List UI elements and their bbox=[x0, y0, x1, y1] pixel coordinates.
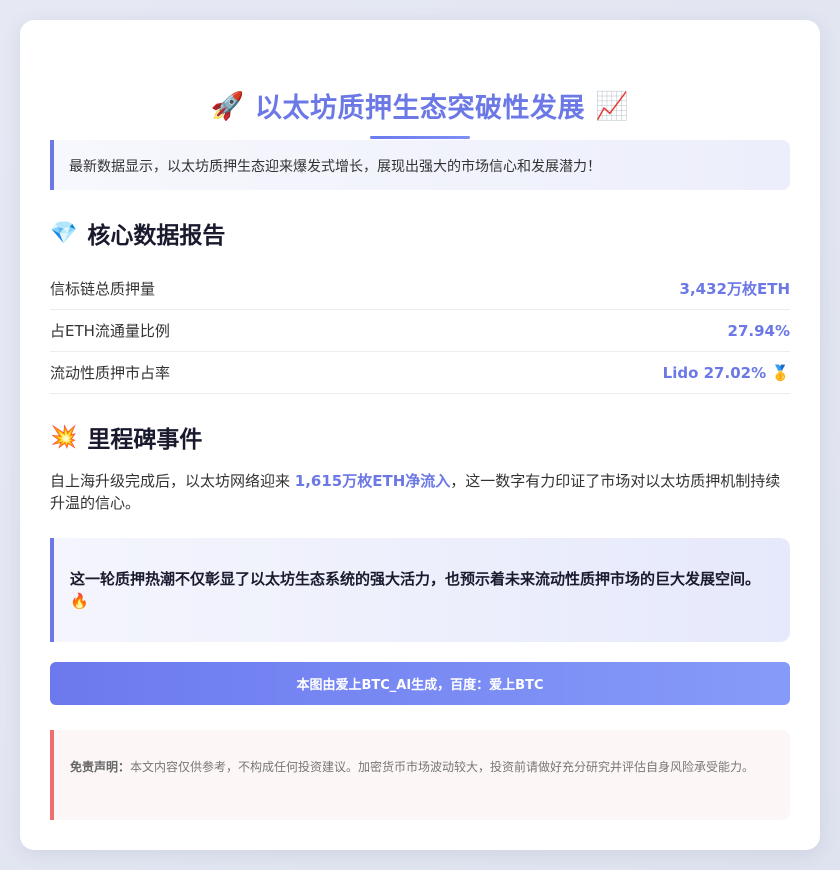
intro-text: 最新数据显示，以太坊质押生态迎来爆发式增长，展现出强大的市场信心和发展潜力！ bbox=[69, 159, 601, 175]
milestone-section-title-text: 里程碑事件 bbox=[87, 427, 203, 453]
title-area: 🚀 以太坊质押生态突破性发展 📈 bbox=[20, 86, 820, 125]
banner-text: 本图由爱上BTC_AI生成，百度：爱上BTC bbox=[296, 678, 544, 693]
stat-value: 27.94% bbox=[727, 321, 790, 340]
quote-text: 这一轮质押热潮不仅彰显了以太坊生态系统的强大活力，也预示着未来流动性质押市场的巨… bbox=[70, 570, 761, 610]
disclaimer-label: 免责声明： bbox=[70, 760, 131, 774]
generated-by-banner: 本图由爱上BTC_AI生成，百度：爱上BTC bbox=[50, 662, 790, 705]
gem-icon: 💎 bbox=[50, 220, 78, 246]
milestone-section-title: 💥 里程碑事件 bbox=[50, 420, 202, 454]
stat-value: 3,432万枚ETH bbox=[679, 280, 790, 298]
stat-label: 流动性质押市占率 bbox=[50, 364, 171, 382]
page-title: 🚀 以太坊质押生态突破性发展 📈 bbox=[211, 86, 629, 125]
intro-callout: 最新数据显示，以太坊质押生态迎来爆发式增长，展现出强大的市场信心和发展潜力！ bbox=[50, 140, 790, 190]
milestone-paragraph: 自上海升级完成后，以太坊网络迎来 1,615万枚ETH净流入，这一数字有力印证了… bbox=[50, 470, 790, 514]
title-underline bbox=[370, 136, 470, 139]
stat-row: 流动性质押市占率 Lido 27.02% 🥇 bbox=[50, 352, 790, 394]
disclaimer-text: 本文内容仅供参考，不构成任何投资建议。加密货币市场波动较大，投资前请做好充分研究… bbox=[130, 760, 755, 774]
page-title-text: 以太坊质押生态突破性发展 bbox=[255, 93, 585, 124]
chart-up-icon: 📈 bbox=[595, 90, 630, 122]
stat-row: 占ETH流通量比例 27.94% bbox=[50, 310, 790, 352]
stats-list: 信标链总质押量 3,432万枚ETH 占ETH流通量比例 27.94% 流动性质… bbox=[50, 268, 790, 394]
core-section-title-text: 核心数据报告 bbox=[87, 223, 226, 249]
core-section-title: 💎 核心数据报告 bbox=[50, 216, 225, 250]
milestone-highlight: 1,615万枚ETH净流入 bbox=[294, 472, 451, 490]
stat-label: 占ETH流通量比例 bbox=[50, 322, 170, 340]
stat-row: 信标链总质押量 3,432万枚ETH bbox=[50, 268, 790, 310]
rocket-icon: 🚀 bbox=[210, 90, 245, 122]
stat-value: Lido 27.02% 🥇 bbox=[662, 363, 790, 382]
disclaimer-box: 免责声明：本文内容仅供参考，不构成任何投资建议。加密货币市场波动较大，投资前请做… bbox=[50, 730, 790, 820]
stat-label: 信标链总质押量 bbox=[50, 280, 156, 298]
report-card: 🚀 以太坊质押生态突破性发展 📈 最新数据显示，以太坊质押生态迎来爆发式增长，展… bbox=[20, 20, 820, 850]
milestone-text-before: 自上海升级完成后，以太坊网络迎来 bbox=[50, 472, 295, 490]
collision-icon: 💥 bbox=[50, 424, 78, 450]
quote-callout: 这一轮质押热潮不仅彰显了以太坊生态系统的强大活力，也预示着未来流动性质押市场的巨… bbox=[50, 538, 790, 642]
